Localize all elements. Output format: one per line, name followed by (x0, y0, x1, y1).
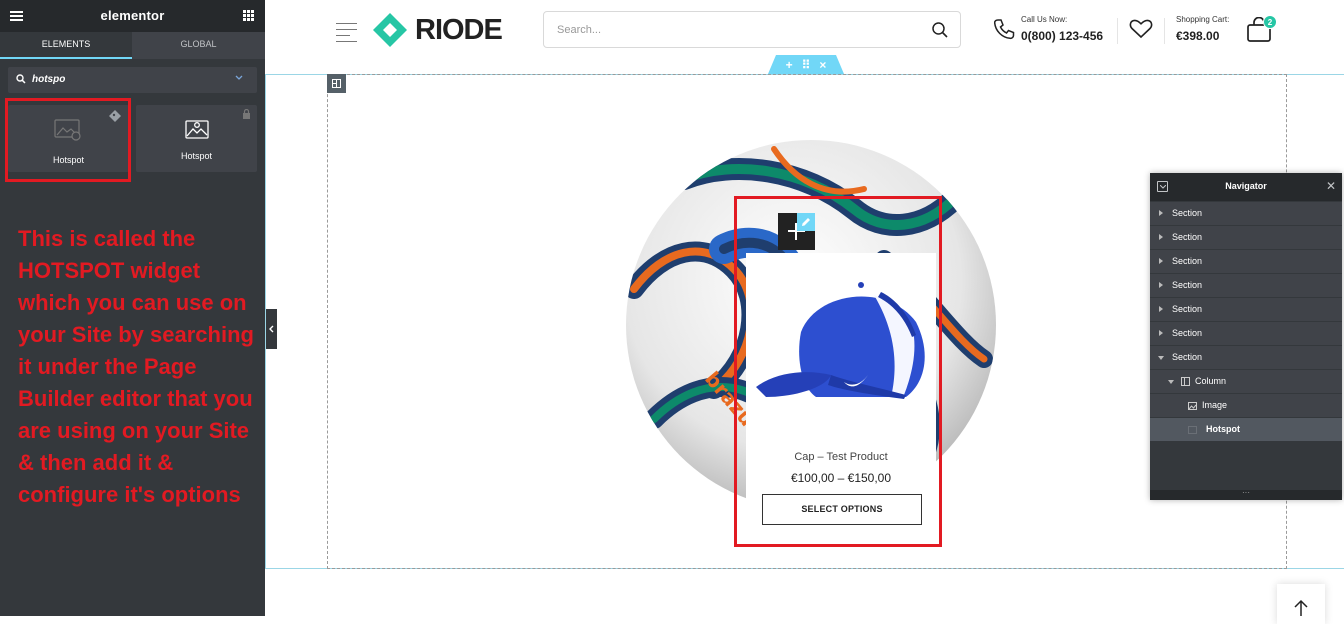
tab-elements[interactable]: ELEMENTS (0, 32, 132, 59)
navigator-resize-handle[interactable]: ··· (1150, 489, 1342, 500)
chevron-down-icon[interactable] (235, 75, 243, 81)
navigator-item-section[interactable]: Section (1150, 226, 1342, 249)
panel-brand: elementor (100, 8, 165, 23)
search-placeholder: Search... (557, 24, 602, 36)
hotspot-map-icon (185, 120, 209, 139)
site-search-input[interactable]: Search... (543, 11, 961, 48)
annotation-text: This is called the HOTSPOT widget which … (18, 226, 254, 507)
panel-tabs: ELEMENTS GLOBAL (0, 32, 265, 59)
riode-logo-icon[interactable] (372, 12, 408, 48)
close-icon[interactable]: ✕ (1326, 179, 1336, 193)
elementor-panel: elementor ELEMENTS GLOBAL hotspo Hotspot… (0, 0, 265, 616)
back-to-top-button[interactable] (1277, 584, 1325, 624)
section-handle[interactable]: + ⠿ × (768, 55, 844, 74)
move-section-icon[interactable]: ⠿ (802, 58, 811, 72)
image-icon (1188, 402, 1197, 410)
delete-section-icon[interactable]: × (819, 58, 826, 72)
cart-label: Shopping Cart: (1176, 15, 1230, 24)
search-value: hotspo (32, 74, 66, 85)
navigator-item-section[interactable]: Section (1150, 274, 1342, 297)
annotation-highlight-box (5, 98, 131, 182)
arrow-up-icon (1294, 599, 1308, 616)
call-label: Call Us Now: (1021, 15, 1068, 24)
navigator-item-hotspot[interactable]: Hotspot (1150, 418, 1342, 441)
navigator-title: Navigator (1225, 181, 1267, 191)
hotspot-icon (1188, 426, 1197, 434)
site-logo-text[interactable]: RIODE (415, 14, 503, 47)
header-divider (1164, 18, 1165, 44)
wishlist-heart-icon[interactable] (1129, 19, 1153, 39)
add-section-icon[interactable]: + (786, 58, 793, 72)
cart-count-badge: 2 (1263, 15, 1277, 29)
search-icon (16, 74, 26, 84)
navigator-item-section[interactable]: Section (1150, 250, 1342, 273)
panel-header: elementor (0, 0, 265, 32)
lock-icon (243, 109, 250, 119)
cart-total[interactable]: €398.00 (1176, 29, 1219, 43)
navigator-header[interactable]: Navigator ✕ (1150, 173, 1342, 201)
navigator-item-image[interactable]: Image (1150, 394, 1342, 417)
call-number[interactable]: 0(800) 123-456 (1021, 29, 1103, 43)
widget-label: Hotspot (180, 151, 213, 161)
tab-global[interactable]: GLOBAL (132, 32, 265, 59)
navigator-item-section[interactable]: Section (1150, 322, 1342, 345)
navigator-item-section[interactable]: Section (1150, 298, 1342, 321)
search-icon[interactable] (932, 22, 948, 38)
navigator-item-section[interactable]: Section (1150, 346, 1342, 369)
navigator-empty-area (1150, 442, 1342, 490)
column-icon (1181, 377, 1190, 386)
column-layout-icon (332, 79, 341, 88)
column-handle[interactable] (327, 74, 346, 93)
annotation-highlight-box (734, 196, 942, 547)
widgets-grid-icon[interactable] (243, 10, 254, 21)
widget-hotspot[interactable]: Hotspot (136, 105, 257, 172)
navigator-panel: Navigator ✕ Section Section Section Sect… (1150, 173, 1342, 500)
phone-icon (993, 19, 1015, 40)
navigator-item-column[interactable]: Column (1150, 370, 1342, 393)
menu-toggle-icon[interactable] (336, 23, 357, 47)
widget-search-input[interactable]: hotspo (8, 67, 257, 93)
header-divider (1117, 18, 1118, 44)
navigator-item-section[interactable]: Section (1150, 202, 1342, 225)
